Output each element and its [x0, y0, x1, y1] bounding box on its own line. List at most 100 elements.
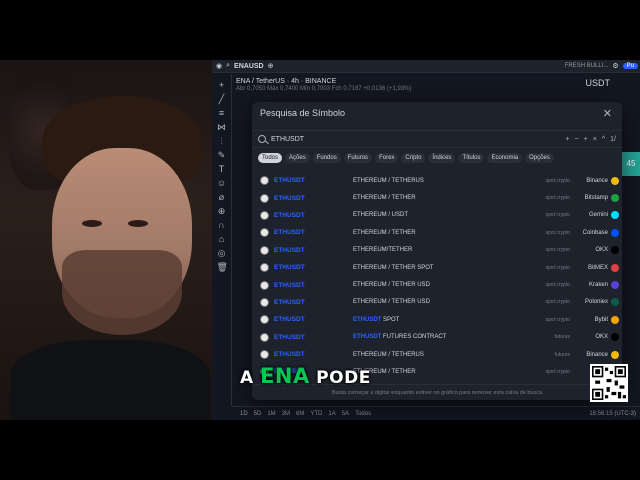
multiply-tool-icon[interactable]: × [593, 136, 597, 143]
result-row[interactable]: ETHUSDT ETHUSDT SPOT spot crypto Bybit [252, 311, 622, 328]
symbol-search-input[interactable] [271, 135, 521, 143]
tf-3m[interactable]: 3M [282, 411, 290, 417]
search-icon[interactable]: ⌕ [226, 62, 230, 70]
tf-1d[interactable]: 1D [240, 411, 248, 417]
tf-all[interactable]: Todos [355, 411, 371, 417]
pattern-icon[interactable]: ⋈ [217, 122, 227, 132]
trash-icon[interactable]: 🗑 [217, 262, 228, 272]
exchange-logo-icon [611, 350, 619, 359]
result-description: ETHEREUM / TETHERUS [353, 352, 424, 358]
search-icon [258, 135, 266, 143]
result-exchange: Bitstamp [584, 195, 608, 202]
tab-fundos[interactable]: Fundos [312, 153, 341, 163]
result-description-highlight: ETHUSDT [353, 334, 382, 341]
tab-todos[interactable]: Todos [258, 153, 283, 163]
result-symbol: ETHUSDT [274, 298, 305, 306]
brush-icon[interactable]: ✎ [217, 150, 227, 160]
tf-1a[interactable]: 1A [328, 411, 335, 417]
result-row[interactable]: ETHUSDT ETHEREUM / TETHER spot crypto Coinb… [252, 224, 622, 241]
result-description-text: ETHEREUM / TETHER USD [353, 299, 430, 306]
ruler-icon[interactable]: ⌀ [217, 192, 227, 202]
subtract-tool-icon[interactable]: − [575, 136, 579, 143]
tab-cripto[interactable]: Cripto [401, 153, 426, 163]
crypto-pair-icon [260, 210, 269, 220]
result-description: ETHEREUM / TETHER USD [353, 299, 430, 305]
tf-5a[interactable]: 5A [342, 411, 349, 417]
tab-opcoes[interactable]: Opções [525, 153, 554, 163]
result-description-text: ETHEREUM / USDT [353, 212, 409, 219]
result-type: spot crypto [545, 299, 570, 306]
result-type: futures [554, 351, 570, 358]
result-symbol: ETHUSDT [274, 246, 305, 254]
reciprocal-tool-icon[interactable]: 1/ [610, 136, 616, 143]
close-icon[interactable]: ✕ [603, 107, 612, 120]
plus-tool-icon[interactable]: + [584, 136, 588, 143]
presenter-eye-right [128, 220, 148, 227]
result-description-text: ETHEREUM / TETHER [353, 229, 416, 236]
result-symbol: ETHUSDT [274, 177, 305, 185]
lock-icon[interactable]: ⌂ [217, 234, 227, 244]
result-type: spot crypto [545, 212, 570, 219]
power-tool-icon[interactable]: ^ [602, 136, 605, 143]
result-row[interactable]: ETHUSDT ETHEREUM / TETHERUS spot crypto Bin… [252, 172, 622, 189]
tf-5d[interactable]: 5D [254, 411, 262, 417]
tab-indices[interactable]: Índices [428, 153, 456, 163]
tf-ytd[interactable]: YTD [310, 411, 322, 417]
result-type: spot crypto [545, 177, 570, 184]
tab-forex[interactable]: Forex [375, 153, 399, 163]
video-frame: ◉ ⌕ ENAUSD ⊕ FRESH BULLI... ⚙ Pu + ╱ ≡ ⋈… [0, 0, 640, 480]
exchange-logo-icon [611, 176, 619, 185]
top-toolbar: ◉ ⌕ ENAUSD ⊕ FRESH BULLI... ⚙ Pu [212, 60, 640, 73]
result-description-highlight: ETHUSDT [353, 316, 382, 323]
tab-acoes[interactable]: Ações [285, 153, 310, 163]
result-exchange: OKX [595, 247, 608, 254]
crosshair-icon[interactable]: + [217, 80, 227, 90]
tab-titulos[interactable]: Títulos [458, 153, 485, 163]
result-symbol: ETHUSDT [274, 194, 305, 202]
publish-button[interactable]: Pu [622, 63, 638, 69]
tf-6m[interactable]: 6M [296, 411, 304, 417]
add-tool-icon[interactable]: + [565, 136, 569, 143]
result-row[interactable]: ETHUSDT ETHEREUM / TETHER USD spot crypto P… [252, 294, 622, 311]
result-row[interactable]: ETHUSDT ETHEREUM / TETHER SPOT spot crypto… [252, 259, 622, 276]
tf-1m[interactable]: 1M [267, 411, 275, 417]
result-symbol: ETHUSDT [274, 211, 305, 219]
tab-futuros[interactable]: Futuros [343, 153, 373, 163]
result-row[interactable]: ETHUSDT ETHEREUM / TETHER spot crypto Bitst… [252, 189, 622, 206]
result-row[interactable]: ETHUSDT ETHEREUM / USDT spot crypto Gemini [252, 207, 622, 224]
settings-icon[interactable]: ⚙ [612, 62, 618, 70]
exchange-logo-icon [611, 333, 619, 342]
result-row[interactable]: ETHUSDT ETHEREUM / TETHERUS futures Binance [252, 346, 622, 363]
zoom-icon[interactable]: ⊕ [217, 206, 227, 216]
layout-name[interactable]: FRESH BULLI... [565, 63, 609, 69]
drawing-toolbar: + ╱ ≡ ⋈ ⫶ ✎ T ☺ ⌀ ⊕ ∩ ⌂ ◎ 🗑 [212, 74, 232, 406]
emoji-icon[interactable]: ☺ [217, 178, 227, 188]
symbol-label[interactable]: ENAUSD [234, 63, 264, 70]
add-symbol-icon[interactable]: ⊕ [268, 62, 274, 70]
result-row[interactable]: ETHUSDT ETHUSDT FUTURES CONTRACT futures OK… [252, 329, 622, 346]
trendline-icon[interactable]: ╱ [217, 94, 227, 104]
price-tag: 45 [622, 152, 640, 176]
crypto-pair-icon [260, 315, 269, 325]
crypto-pair-icon [260, 297, 269, 307]
result-row[interactable]: ETHUSDT ETHEREUM/TETHER spot crypto OKX [252, 242, 622, 259]
result-description-text: ETHEREUM / TETHERUS [353, 177, 424, 184]
result-type: spot crypto [545, 316, 570, 323]
exchange-logo-icon [611, 211, 619, 220]
projection-icon[interactable]: ⫶ [217, 136, 227, 146]
result-description: ETHEREUM/TETHER [353, 247, 412, 253]
eye-icon[interactable]: ◎ [217, 248, 227, 258]
qr-code-graphic [592, 366, 626, 400]
text-icon[interactable]: T [217, 164, 227, 174]
result-row[interactable]: ETHUSDT ETHEREUM / TETHER USD spot crypto K… [252, 276, 622, 293]
webcam-feed [0, 60, 212, 420]
currency-label[interactable]: USDT [586, 78, 611, 88]
result-symbol: ETHUSDT [274, 229, 305, 237]
tab-economia[interactable]: Economia [487, 153, 523, 163]
result-description: ETHEREUM / USDT [353, 212, 408, 218]
video-caption: A ENA PODE [240, 364, 371, 388]
fib-icon[interactable]: ≡ [217, 108, 227, 118]
magnet-icon[interactable]: ∩ [217, 220, 227, 230]
menu-icon[interactable]: ◉ [216, 62, 222, 70]
result-exchange: Kraken [588, 282, 608, 289]
